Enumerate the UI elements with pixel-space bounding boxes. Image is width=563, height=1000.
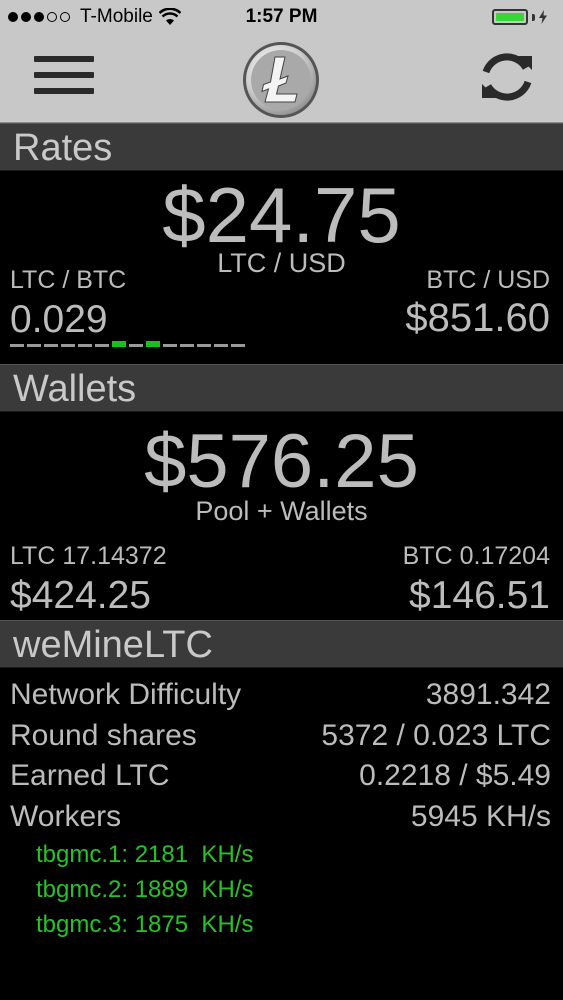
stat-value: 5372 / 0.023 LTC [321, 719, 551, 752]
ltc-btc-sparkline [10, 341, 245, 347]
worker-item: tbgmc.2: 1889 KH/s [36, 876, 254, 903]
stat-value: 5945 KH/s [410, 800, 551, 833]
ltc-btc-value: 0.029 [10, 298, 108, 341]
nav-bar [0, 36, 563, 124]
sparkline-segment [27, 344, 41, 347]
stat-label: Earned LTC [10, 759, 170, 792]
battery-fill [496, 13, 524, 21]
ltc-wallet-value: $424.25 [10, 574, 151, 617]
sparkline-segment [146, 341, 160, 347]
sparkline-segment [10, 344, 24, 347]
sparkline-segment [44, 344, 58, 347]
stat-row-earned-ltc: Earned LTC 0.2218 / $5.49 [10, 757, 551, 795]
sparkline-segment [231, 344, 245, 347]
sparkline-segment [197, 344, 211, 347]
refresh-icon[interactable] [474, 44, 540, 110]
stat-row-round-shares: Round shares 5372 / 0.023 LTC [10, 717, 551, 755]
sparkline-segment [78, 344, 92, 347]
sparkline-segment [95, 344, 109, 347]
ltc-btc-label: LTC / BTC [10, 266, 127, 294]
btc-usd-value: $851.60 [405, 296, 550, 340]
litecoin-logo-icon [243, 42, 319, 118]
sparkline-segment [61, 344, 75, 347]
sparkline-segment [180, 344, 194, 347]
stat-row-workers: Workers 5945 KH/s [10, 798, 551, 836]
ltc-wallet-label: LTC 17.14372 [10, 542, 167, 570]
btc-wallet-label: BTC 0.17204 [402, 542, 550, 570]
stat-label: Workers [10, 800, 122, 833]
sparkline-segment [129, 344, 143, 347]
pool-header: weMineLTC [0, 620, 563, 668]
worker-item: tbgmc.3: 1875 KH/s [36, 911, 254, 938]
sparkline-segment [214, 344, 228, 347]
btc-wallet-value: $146.51 [409, 574, 550, 617]
sparkline-segment [112, 341, 126, 347]
status-bar: T-Mobile 1:57 PM [0, 0, 563, 36]
wallet-total-label: Pool + Wallets [195, 496, 368, 526]
battery-icon [492, 9, 547, 25]
stat-row-network-difficulty: Network Difficulty 3891.342 [10, 676, 551, 714]
wallet-total-value: $576.25 [144, 419, 419, 504]
stat-value: 3891.342 [425, 678, 551, 711]
wallets-header: Wallets [0, 364, 563, 412]
btc-usd-label: BTC / USD [426, 266, 550, 294]
stat-label: Network Difficulty [10, 678, 242, 711]
stat-label: Round shares [10, 719, 197, 752]
hamburger-menu-icon[interactable] [34, 56, 94, 94]
worker-item: tbgmc.1: 2181 KH/s [36, 841, 254, 868]
charging-bolt-icon [539, 10, 547, 24]
status-time: 1:57 PM [245, 6, 318, 27]
sparkline-segment [163, 344, 177, 347]
ltc-usd-value: $24.75 [162, 171, 401, 259]
rates-header: Rates [0, 123, 563, 171]
stat-value: 0.2218 / $5.49 [359, 759, 551, 792]
